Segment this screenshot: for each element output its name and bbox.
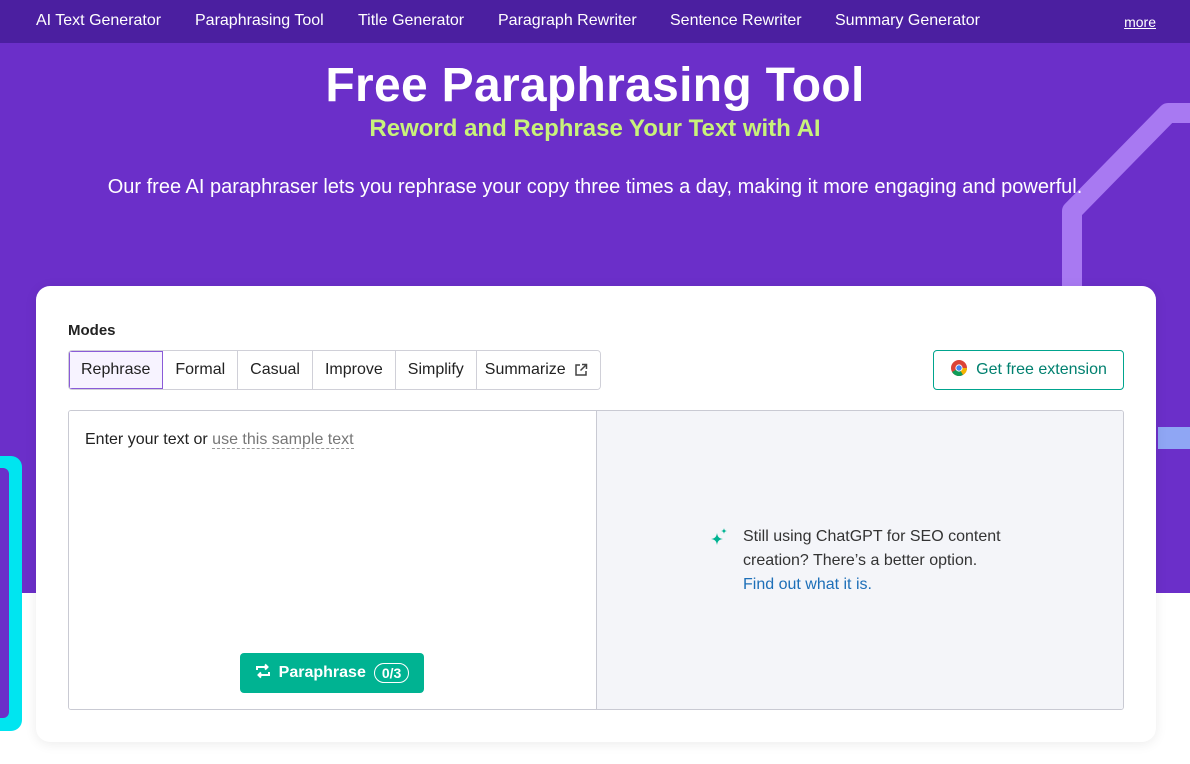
- paraphrase-button[interactable]: Paraphrase 0/3: [240, 653, 424, 693]
- mode-tab-label: Improve: [324, 361, 383, 378]
- sparkle-icon: [709, 527, 729, 597]
- nav-item-title-generator[interactable]: Title Generator: [358, 12, 464, 30]
- usage-counter-badge: 0/3: [373, 663, 410, 683]
- nav-item-paraphrasing-tool[interactable]: Paraphrasing Tool: [195, 12, 324, 30]
- chrome-icon: [950, 359, 968, 382]
- mode-tab-summarize[interactable]: Summarize: [476, 351, 600, 389]
- sample-text-link[interactable]: use this sample text: [212, 431, 354, 449]
- modes-label: Modes: [68, 322, 116, 339]
- decorative-side-bar-inner: [0, 468, 9, 718]
- input-text-area[interactable]: Enter your text or use this sample text …: [69, 411, 597, 709]
- top-navigation: AI Text Generator Paraphrasing Tool Titl…: [0, 0, 1190, 43]
- page-description: Our free AI paraphraser lets you rephras…: [107, 176, 1083, 198]
- nav-item-summary-generator[interactable]: Summary Generator: [835, 12, 980, 30]
- mode-tab-formal[interactable]: Formal: [163, 351, 239, 389]
- nav-item-paragraph-rewriter[interactable]: Paragraph Rewriter: [498, 12, 637, 30]
- nav-item-sentence-rewriter[interactable]: Sentence Rewriter: [670, 12, 802, 30]
- paraphrase-button-label: Paraphrase: [278, 664, 366, 681]
- page-subtitle: Reword and Rephrase Your Text with AI: [369, 115, 821, 142]
- promo-text: Still using ChatGPT for SEO content crea…: [743, 528, 1001, 569]
- mode-tab-label: Casual: [250, 361, 300, 378]
- mode-tab-label: Summarize: [484, 361, 566, 378]
- get-extension-button[interactable]: Get free extension: [933, 350, 1124, 390]
- nav-item-ai-text-generator[interactable]: AI Text Generator: [36, 12, 161, 30]
- external-link-icon: [574, 363, 588, 377]
- mode-tab-casual[interactable]: Casual: [238, 351, 313, 389]
- nav-more-link[interactable]: more: [1124, 14, 1156, 30]
- mode-tab-rephrase[interactable]: Rephrase: [69, 351, 164, 389]
- paraphrase-editor: Enter your text or use this sample text …: [68, 410, 1124, 710]
- mode-tab-label: Simplify: [407, 361, 464, 378]
- paraphrase-tool-card: Modes Rephrase Formal Casual Improve Sim…: [36, 286, 1156, 742]
- input-placeholder: Enter your text or use this sample text: [85, 431, 354, 449]
- mode-tab-label: Formal: [175, 361, 226, 378]
- mode-tab-simplify[interactable]: Simplify: [395, 351, 477, 389]
- output-panel: Still using ChatGPT for SEO content crea…: [597, 411, 1123, 709]
- mode-tab-label: Rephrase: [81, 361, 151, 378]
- mode-tab-improve[interactable]: Improve: [312, 351, 396, 389]
- placeholder-text: Enter your text or: [85, 431, 208, 448]
- repeat-icon: [255, 663, 271, 684]
- promo-link[interactable]: Find out what it is.: [743, 576, 872, 593]
- get-extension-label: Get free extension: [976, 361, 1107, 378]
- page-title: Free Paraphrasing Tool: [325, 59, 865, 112]
- promo-message: Still using ChatGPT for SEO content crea…: [709, 525, 1033, 597]
- mode-selector: Rephrase Formal Casual Improve Simplify …: [68, 350, 601, 390]
